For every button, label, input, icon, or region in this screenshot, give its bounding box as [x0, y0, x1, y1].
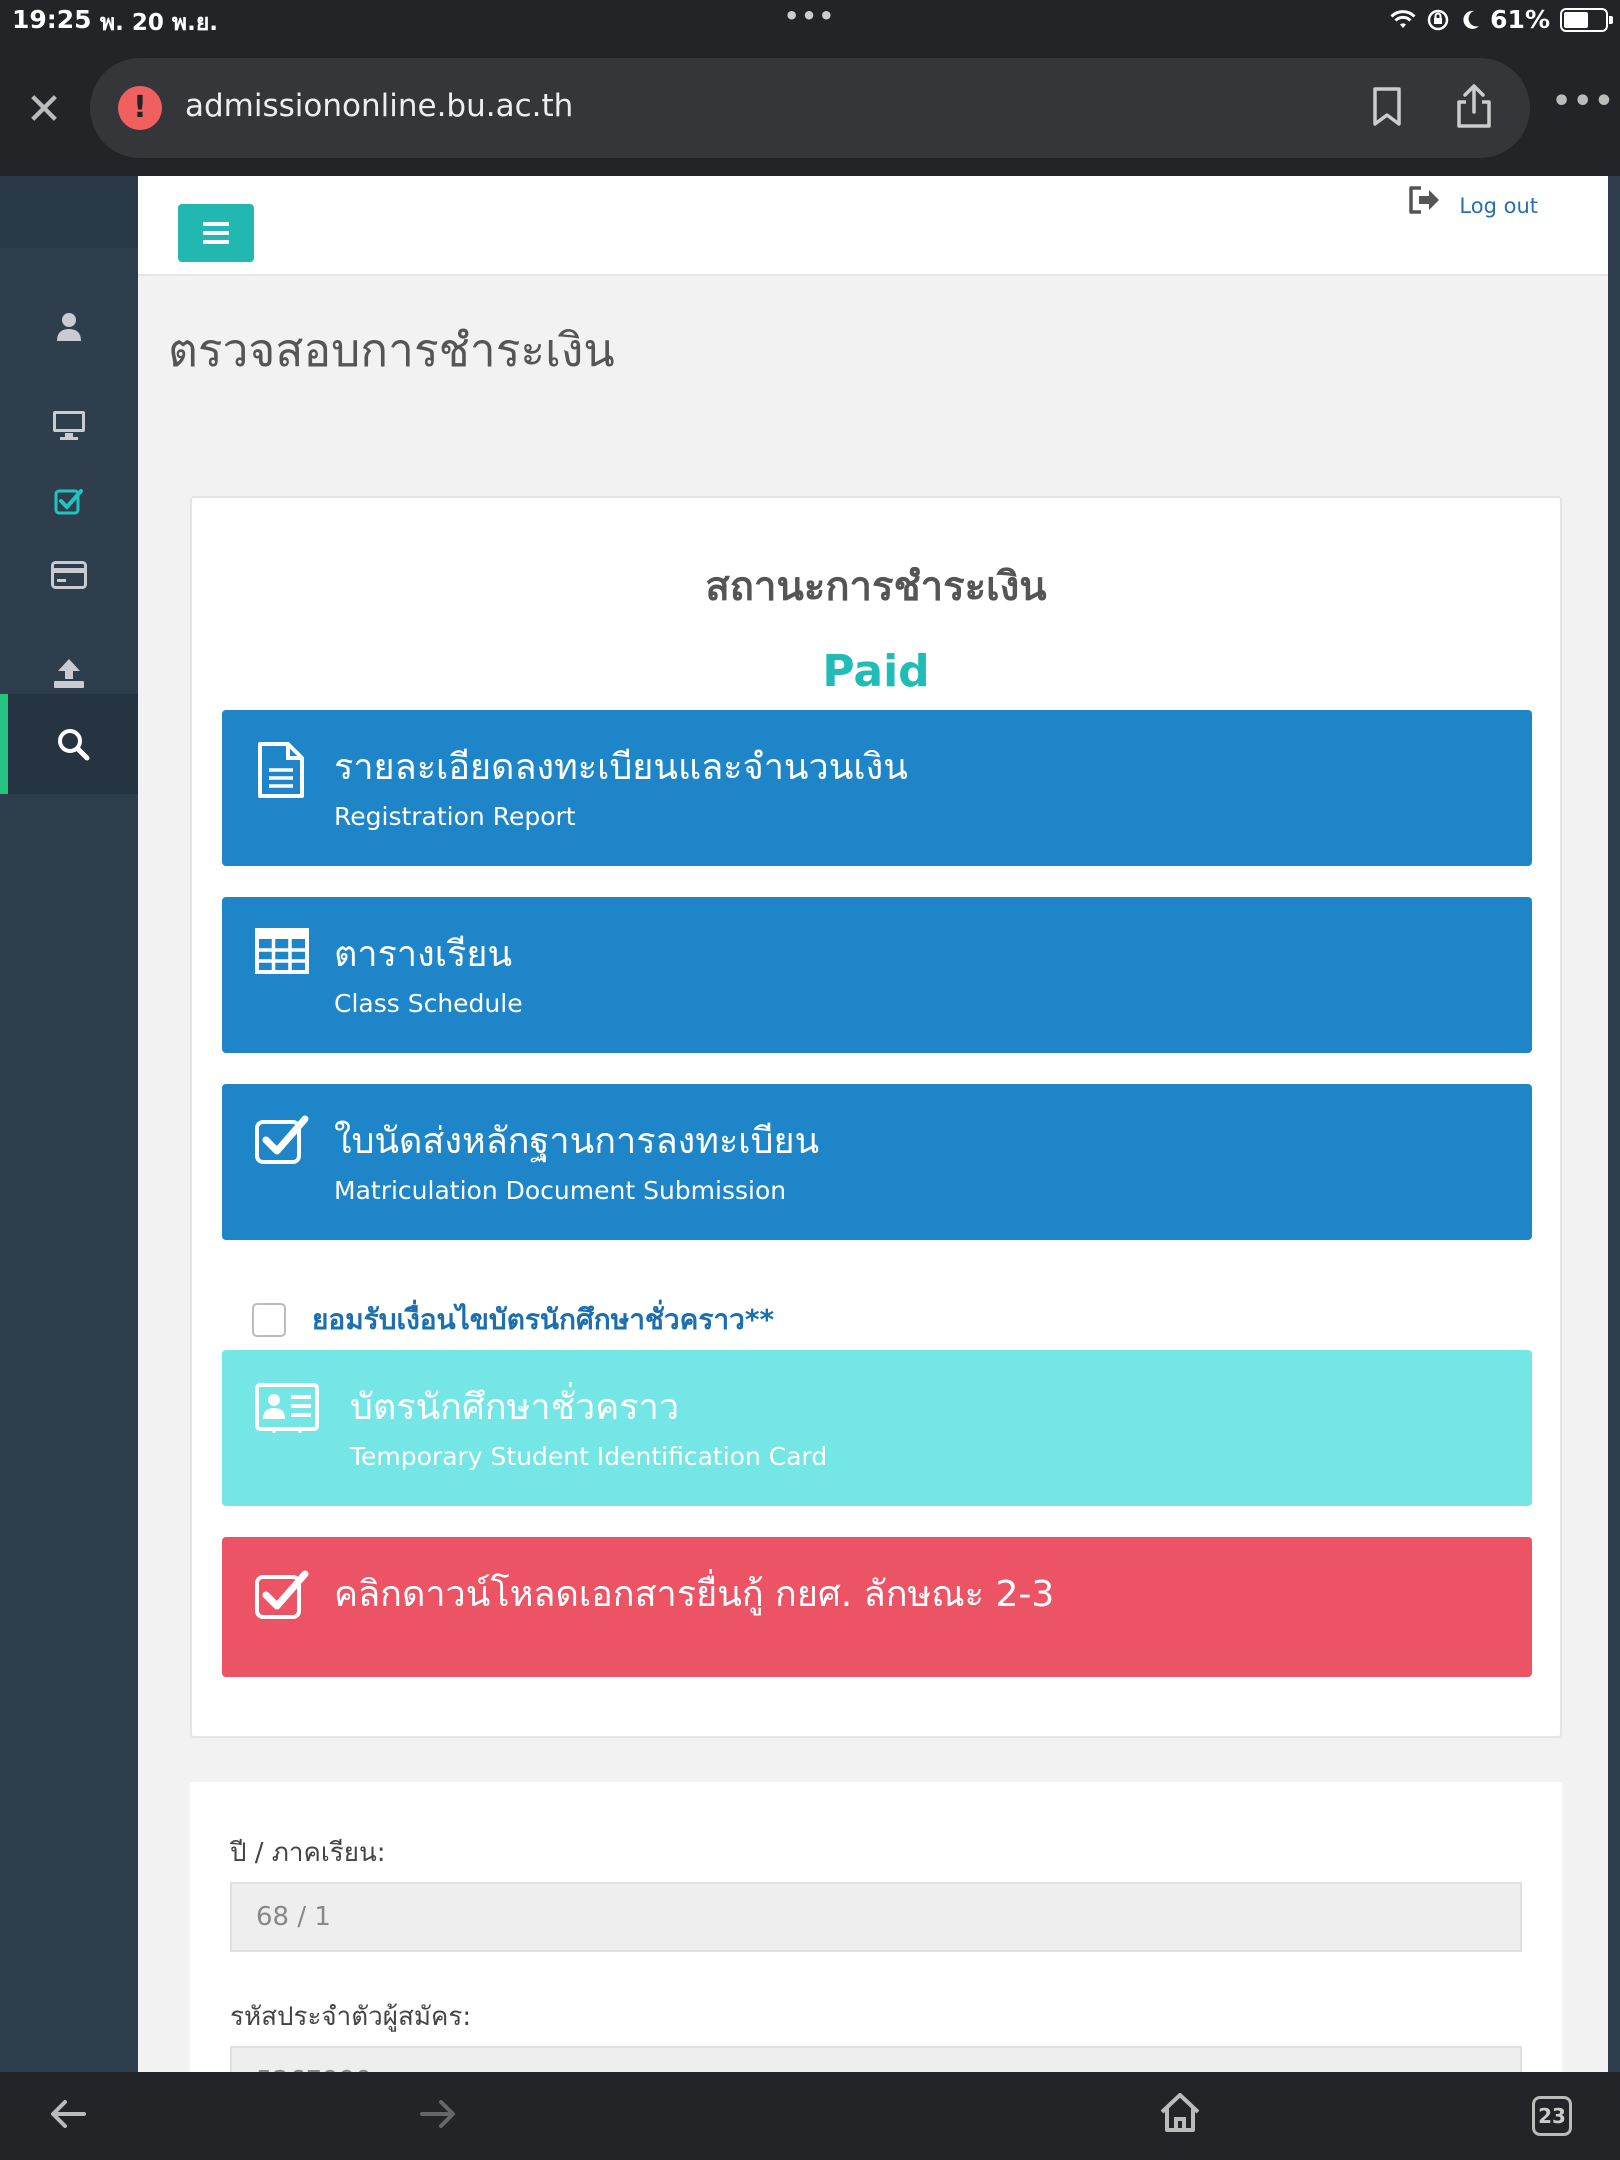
search-icon	[58, 729, 90, 761]
tile-title: รายละเอียดลงทะเบียนและจำนวนเงิน	[334, 747, 908, 788]
sidebar-item-search[interactable]	[0, 694, 138, 794]
browser-bottom-bar: 23	[0, 2072, 1620, 2160]
close-icon[interactable]: ✕	[22, 88, 66, 132]
top-header: Log out	[138, 176, 1608, 276]
temporary-id-card-button[interactable]: บัตรนักศึกษาชั่วคราว Temporary Student I…	[222, 1350, 1532, 1506]
battery-percent: 61%	[1490, 5, 1550, 34]
student-loan-download-button[interactable]: คลิกดาวน์โหลดเอกสารยื่นกู้ กยศ. ลักษณะ 2…	[222, 1537, 1532, 1677]
tile-title: ใบนัดส่งหลักฐานการลงทะเบียน	[334, 1121, 820, 1162]
applicant-info-card: ปี / ภาคเรียน: 68 / 1 รหัสประจำตัวผู้สมั…	[190, 1782, 1562, 2072]
year-term-field[interactable]: 68 / 1	[230, 1882, 1522, 1952]
logout-label[interactable]: Log out	[1459, 194, 1538, 218]
tile-title: คลิกดาวน์โหลดเอกสารยื่นกู้ กยศ. ลักษณะ 2…	[334, 1574, 1055, 1615]
applicant-id-label: รหัสประจำตัวผู้สมัคร:	[230, 2002, 472, 2032]
tabs-button[interactable]: 23	[1532, 2096, 1572, 2136]
screen: 19:25 พ. 20 พ.ย. ••• 61% ✕ ! admissionon…	[0, 0, 1620, 2160]
status-right: 61%	[1390, 5, 1613, 34]
multitasking-dots-icon[interactable]: •••	[784, 2, 836, 30]
moon-icon	[1463, 10, 1480, 29]
user-icon	[57, 313, 81, 341]
matriculation-document-button[interactable]: ใบนัดส่งหลักฐานการลงทะเบียน Matriculatio…	[222, 1084, 1532, 1240]
class-schedule-button[interactable]: ตารางเรียน Class Schedule	[222, 897, 1532, 1053]
id-card-icon	[255, 1383, 319, 1433]
wifi-icon	[1390, 9, 1416, 28]
tile-title: ตารางเรียน	[334, 934, 513, 975]
agreement-row[interactable]: ยอมรับเงื่อนไขบัตรนักศึกษาชั่วคราว**	[252, 1298, 774, 1342]
browser-toolbar: ✕ ! admissiononline.bu.ac.th •••	[0, 40, 1620, 176]
address-bar[interactable]: ! admissiononline.bu.ac.th	[90, 58, 1530, 158]
sign-out-icon	[1409, 186, 1440, 214]
menu-line	[203, 222, 229, 226]
upload-icon	[54, 659, 84, 688]
bookmark-icon[interactable]	[1370, 86, 1404, 128]
share-icon[interactable]	[1454, 82, 1494, 130]
applicant-id-field[interactable]: 5267990	[230, 2046, 1522, 2072]
sidebar-item-payment[interactable]	[0, 540, 138, 610]
forward-arrow-icon[interactable]	[418, 2094, 458, 2134]
credit-card-icon	[51, 561, 87, 589]
status-time: 19:25	[12, 5, 92, 34]
web-content: Log out ตรวจสอบการชำระเงิน สถานะการชำระเ…	[0, 176, 1620, 2072]
check-square-icon	[255, 1115, 309, 1164]
sidebar-item-profile[interactable]	[0, 292, 138, 362]
table-icon	[255, 928, 309, 974]
status-date: พ. 20 พ.ย.	[100, 10, 219, 36]
payment-status-card: สถานะการชำระเงิน Paid รายละเอียดลงทะเบีย…	[190, 496, 1562, 1738]
back-arrow-icon[interactable]	[48, 2094, 88, 2134]
payment-status-value: Paid	[822, 646, 930, 697]
agreement-checkbox[interactable]	[252, 1303, 286, 1337]
menu-line	[203, 231, 229, 235]
check-square-icon	[255, 1570, 309, 1619]
tile-subtitle: Temporary Student Identification Card	[350, 1442, 828, 1471]
check-square-icon	[54, 489, 83, 515]
registration-report-button[interactable]: รายละเอียดลงทะเบียนและจำนวนเงิน Registra…	[222, 710, 1532, 866]
orientation-lock-icon	[1427, 9, 1449, 30]
tile-subtitle: Registration Report	[334, 802, 576, 831]
menu-toggle-button[interactable]	[178, 204, 254, 262]
sidebar-top	[0, 176, 138, 248]
battery-icon	[1560, 7, 1613, 32]
tile-subtitle: Class Schedule	[334, 989, 523, 1018]
document-icon	[258, 742, 304, 798]
page-title: ตรวจสอบการชำระเงิน	[168, 323, 615, 377]
monitor-icon	[53, 411, 85, 440]
payment-status-title: สถานะการชำระเงิน	[705, 564, 1047, 610]
sidebar	[0, 176, 138, 2072]
url-text[interactable]: admissiononline.bu.ac.th	[185, 88, 573, 124]
ios-status-bar: 19:25 พ. 20 พ.ย. ••• 61%	[0, 0, 1620, 40]
page-edge	[1608, 176, 1620, 2072]
agreement-label[interactable]: ยอมรับเงื่อนไขบัตรนักศึกษาชั่วคราว**	[312, 1298, 774, 1342]
tile-subtitle: Matriculation Document Submission	[334, 1176, 787, 1205]
sidebar-item-checklist[interactable]	[0, 466, 138, 536]
tile-title: บัตรนักศึกษาชั่วคราว	[350, 1387, 680, 1428]
more-options-icon[interactable]: •••	[1552, 84, 1616, 119]
battery-fill	[1564, 11, 1589, 28]
home-icon[interactable]	[1158, 2090, 1202, 2134]
main-content: Log out ตรวจสอบการชำระเงิน สถานะการชำระเ…	[138, 176, 1608, 2072]
logout-link[interactable]: Log out	[1407, 182, 1538, 218]
year-term-label: ปี / ภาคเรียน:	[230, 1838, 386, 1868]
menu-line	[203, 240, 229, 244]
warning-icon[interactable]: !	[118, 86, 162, 130]
sidebar-item-dashboard[interactable]	[0, 390, 138, 460]
